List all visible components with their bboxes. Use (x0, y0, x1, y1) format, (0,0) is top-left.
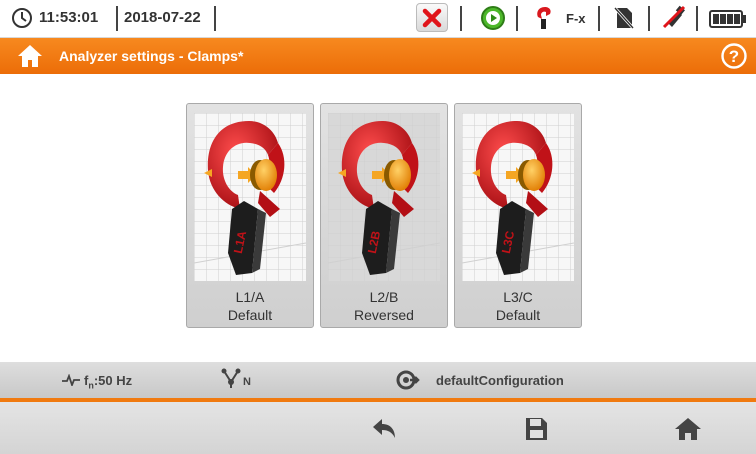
title-bar: Analyzer settings - Clamps* ? (0, 38, 756, 74)
frequency-value: :50 Hz (93, 373, 133, 388)
clamp-phase-label: L2/B (369, 289, 399, 305)
network-neutral-label: N (243, 376, 251, 388)
divider (648, 6, 650, 31)
divider (696, 6, 698, 31)
status-time: 11:53:01 (39, 9, 99, 26)
clamp-mode-label: Reversed (354, 307, 414, 323)
home-icon[interactable] (16, 43, 44, 69)
clamp-phase-label: L1/A (235, 289, 265, 305)
clamp-mode-label: Default (227, 307, 273, 323)
clamp-card-1[interactable]: L1A L1/A Default (186, 103, 314, 328)
clamp-icon (537, 7, 551, 29)
error-indicator[interactable] (416, 3, 448, 32)
clamp-image: L3C (462, 113, 574, 281)
divider (116, 6, 118, 31)
configuration-name: defaultConfiguration (436, 373, 564, 388)
play-record-icon[interactable] (480, 5, 506, 31)
sd-card-disabled-icon (613, 6, 635, 30)
clamp-card-2[interactable]: L2B L2/B Reversed (320, 103, 448, 328)
help-icon[interactable]: ? (720, 42, 748, 70)
divider (460, 6, 462, 31)
frequency-readout: fn:50 Hz (84, 373, 132, 391)
fx-label: F-x (566, 11, 586, 26)
clamp-image: L2B (328, 113, 440, 281)
info-bar: fn:50 Hz N defaultConfiguration (0, 362, 756, 398)
svg-text:?: ? (729, 47, 739, 66)
status-date: 2018-07-22 (124, 9, 201, 26)
home-button[interactable] (673, 416, 703, 442)
divider (598, 6, 600, 31)
save-button[interactable] (521, 416, 551, 442)
clamp-card-3[interactable]: L3C L3/C Default (454, 103, 582, 328)
back-button[interactable] (369, 416, 399, 442)
bottom-toolbar (0, 402, 756, 454)
clamp-mode-label: Default (495, 307, 541, 323)
waveform-icon (62, 374, 80, 386)
divider (214, 6, 216, 31)
clamp-image: L1A (194, 113, 306, 281)
battery-icon (709, 10, 746, 28)
close-icon (422, 8, 442, 28)
status-bar: 11:53:01 2018-07-22 F-x (0, 0, 756, 38)
clamp-phase-label: L3/C (503, 289, 533, 305)
page-title: Analyzer settings - Clamps* (59, 48, 244, 64)
configuration-icon (396, 370, 420, 390)
divider (516, 6, 518, 31)
clock-icon (12, 8, 32, 28)
usb-disabled-icon (662, 5, 686, 29)
